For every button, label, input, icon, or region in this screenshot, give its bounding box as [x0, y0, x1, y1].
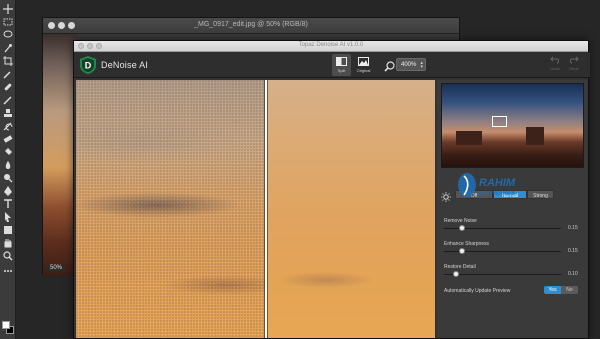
document-title: _MG_0917_edit.jpg @ 50% (RGB/8): [194, 21, 308, 28]
app-name: DeNoise AI: [101, 60, 149, 70]
original-view-label: Original: [356, 68, 371, 73]
more-tools-icon[interactable]: [3, 266, 13, 276]
healing-brush-tool-icon[interactable]: [3, 82, 13, 92]
navigator-thumbnail[interactable]: [441, 83, 584, 168]
denoise-window: Topaz Denoise AI v1.0.0 D DeNoise AI Spl…: [73, 40, 590, 339]
remove-noise-label: Remove Noise: [444, 218, 477, 224]
path-select-tool-icon[interactable]: [3, 212, 13, 222]
paint-bucket-tool-icon[interactable]: [3, 147, 13, 157]
split-preview[interactable]: [76, 80, 435, 338]
document-titlebar: _MG_0917_edit.jpg @ 50% (RGB/8): [43, 18, 459, 34]
settings-panel: Off Normal Strong Remove Noise 0.15 Enha…: [437, 80, 588, 338]
pen-tool-icon[interactable]: [3, 186, 13, 196]
foreground-color-swatch[interactable]: [2, 321, 10, 329]
enhance-sharpness-slider-thumb[interactable]: [458, 248, 465, 254]
mode-normal-button[interactable]: Normal: [493, 190, 527, 199]
navigator-butte-right: [526, 127, 544, 145]
eraser-tool-icon[interactable]: [3, 134, 13, 144]
zoom-tool-icon[interactable]: [3, 251, 13, 261]
enhance-sharpness-label: Enhance Sharpness: [444, 241, 490, 247]
split-divider-handle[interactable]: [265, 80, 267, 338]
restore-detail-value: 0.10: [568, 271, 578, 277]
redo-button[interactable]: Redo: [567, 56, 581, 74]
redo-label: Redo: [569, 66, 579, 71]
restore-detail-track[interactable]: [444, 274, 561, 275]
zoom-stepper-icon: ▴ ▾: [420, 60, 423, 70]
split-view-icon: [336, 57, 347, 66]
document-canvas[interactable]: [43, 34, 77, 276]
denoise-window-title: Topaz Denoise AI v1.0.0: [298, 42, 364, 48]
preview-denoised-side: [266, 80, 435, 338]
document-zoom-level[interactable]: 50%: [47, 265, 66, 271]
dodge-tool-icon[interactable]: [3, 173, 13, 183]
split-view-label: Split: [337, 68, 346, 73]
hand-tool-icon[interactable]: [3, 238, 13, 248]
quick-select-tool-icon[interactable]: [3, 43, 13, 53]
restore-detail-slider-thumb[interactable]: [452, 271, 459, 277]
auto-update-no-toggle[interactable]: No: [561, 286, 578, 294]
lasso-tool-icon[interactable]: [3, 30, 13, 40]
brightness-icon: [441, 189, 451, 202]
auto-update-yes-toggle[interactable]: Yes: [544, 286, 561, 294]
move-tool-icon[interactable]: [3, 4, 13, 14]
mode-strong-button[interactable]: Strong: [527, 190, 554, 199]
original-view-icon: [358, 57, 369, 66]
photoshop-toolbar: [0, 0, 16, 339]
denoise-logo-icon: D: [80, 56, 96, 74]
navigator-butte-left: [456, 131, 482, 145]
remove-noise-value: 0.15: [568, 225, 578, 231]
undo-icon: [550, 56, 559, 64]
svg-text:D: D: [85, 61, 92, 71]
type-tool-icon[interactable]: [3, 199, 13, 209]
auto-update-label: Automatically Update Preview: [444, 288, 511, 294]
eyedropper-tool-icon[interactable]: [3, 69, 13, 79]
enhance-sharpness-control: Enhance Sharpness 0.15: [444, 241, 584, 254]
blur-tool-icon[interactable]: [3, 160, 13, 170]
desktop: _MG_0917_edit.jpg @ 50% (RGB/8) 50% Topa…: [0, 0, 600, 339]
mode-off-button[interactable]: Off: [455, 190, 493, 199]
undo-label: Undo: [550, 66, 560, 71]
denoise-titlebar: Topaz Denoise AI v1.0.0: [74, 41, 588, 52]
undo-button[interactable]: Undo: [548, 56, 562, 74]
split-view-button[interactable]: Split: [332, 54, 351, 76]
redo-icon: [570, 56, 579, 64]
marquee-tool-icon[interactable]: [3, 17, 13, 27]
clone-stamp-tool-icon[interactable]: [3, 108, 13, 118]
enhance-sharpness-value: 0.15: [568, 248, 578, 254]
shape-tool-icon[interactable]: [3, 225, 13, 235]
navigator-viewport-rect[interactable]: [492, 116, 507, 127]
remove-noise-slider-thumb[interactable]: [458, 225, 465, 231]
zoom-select[interactable]: 400% ▴ ▾: [396, 58, 426, 71]
denoise-toolbar: D DeNoise AI Split Original 400% ▴ ▾ Und…: [74, 52, 590, 78]
restore-detail-label: Restore Detail: [444, 264, 476, 270]
remove-noise-control: Remove Noise 0.15: [444, 218, 584, 231]
original-view-button[interactable]: Original: [354, 54, 373, 76]
zoom-value: 400%: [401, 62, 417, 68]
brush-tool-icon[interactable]: [3, 95, 13, 105]
denoise-mode-selector: Off Normal Strong: [441, 189, 584, 202]
auto-update-preview-row: Automatically Update Preview Yes No: [444, 286, 584, 296]
preview-noise-texture: [76, 80, 266, 338]
zoom-magnifier-icon[interactable]: [384, 59, 395, 72]
restore-detail-control: Restore Detail 0.10: [444, 264, 584, 277]
history-brush-tool-icon[interactable]: [3, 121, 13, 131]
crop-tool-icon[interactable]: [3, 56, 13, 66]
